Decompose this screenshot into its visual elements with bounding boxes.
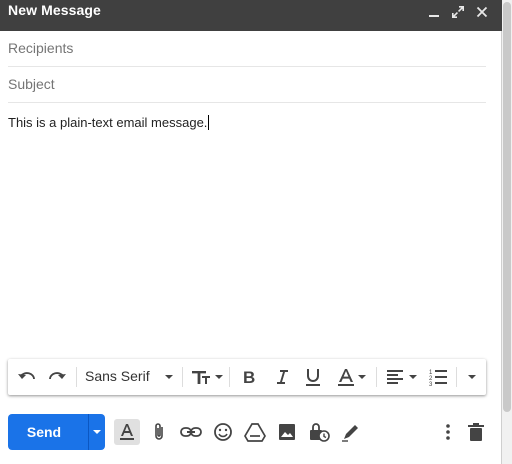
send-button[interactable]: Send [8, 414, 80, 450]
text-color-icon[interactable] [336, 365, 368, 389]
discard-icon[interactable] [463, 419, 489, 445]
more-options-icon[interactable] [435, 419, 461, 445]
signature-icon[interactable] [338, 419, 364, 445]
recipients-input[interactable] [8, 31, 486, 65]
undo-icon[interactable] [16, 365, 38, 389]
text-size-icon[interactable] [190, 365, 224, 389]
toolbar-divider [456, 367, 457, 387]
redo-icon[interactable] [46, 365, 68, 389]
photo-icon[interactable] [274, 419, 300, 445]
schedule-send-dropdown-icon[interactable] [89, 414, 105, 450]
font-selector[interactable]: Sans Serif [85, 368, 150, 384]
formatting-options-icon[interactable] [114, 419, 140, 445]
toolbar-divider [229, 367, 230, 387]
svg-text:B: B [243, 368, 255, 387]
numbered-list-icon[interactable]: 123 [428, 365, 450, 389]
font-dropdown-icon[interactable] [163, 365, 175, 389]
italic-icon[interactable] [272, 365, 292, 389]
scrollbar[interactable] [502, 0, 512, 464]
subject-input[interactable] [8, 67, 486, 101]
drive-icon[interactable] [242, 419, 268, 445]
window-title: New Message [8, 2, 101, 18]
svg-text:3: 3 [429, 382, 433, 388]
minimize-icon[interactable] [425, 3, 443, 21]
message-body-text: This is a plain-text email message. [8, 115, 208, 130]
formatting-toolbar: Sans Serif B 123 [8, 359, 486, 395]
more-formatting-icon[interactable] [465, 365, 479, 389]
expand-icon[interactable] [449, 3, 467, 21]
underline-icon[interactable] [303, 365, 323, 389]
emoji-icon[interactable] [210, 419, 236, 445]
text-cursor [208, 115, 210, 130]
subject-field[interactable] [8, 67, 486, 103]
scrollbar-thumb[interactable] [503, 2, 511, 412]
toolbar-divider [376, 367, 377, 387]
compose-titlebar[interactable]: New Message [0, 0, 502, 31]
link-icon[interactable] [178, 419, 204, 445]
toolbar-divider [76, 367, 77, 387]
toolbar-divider [182, 367, 183, 387]
send-button-group: Send [8, 414, 105, 450]
align-icon[interactable] [385, 365, 419, 389]
close-icon[interactable] [473, 3, 491, 21]
bold-icon[interactable]: B [240, 365, 260, 389]
message-body[interactable]: This is a plain-text email message. [8, 115, 210, 130]
attach-icon[interactable] [146, 419, 172, 445]
compose-window: New Message This is a plain-text email m… [0, 0, 502, 464]
confidential-icon[interactable] [306, 419, 332, 445]
recipients-field[interactable] [8, 31, 486, 67]
